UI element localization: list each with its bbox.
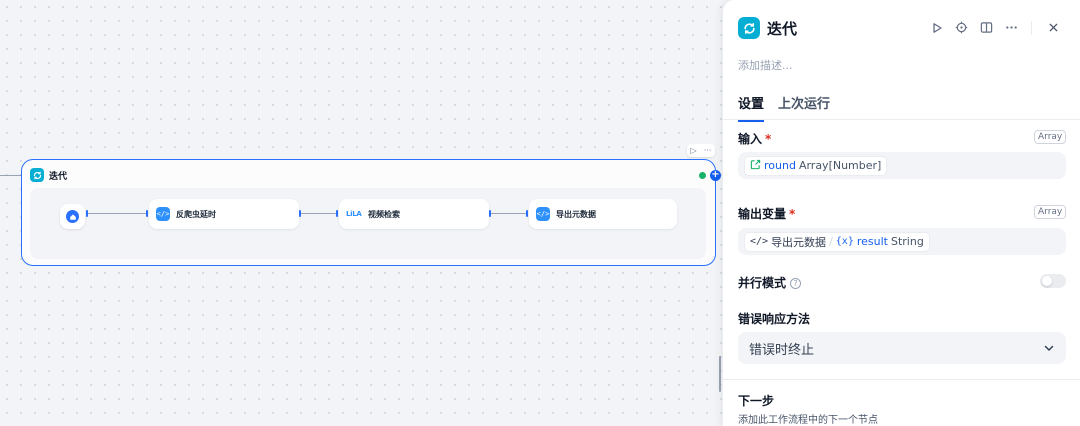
error-handling-label: 错误响应方法 [738, 312, 811, 326]
brand-logo-icon: LiLA [346, 210, 362, 218]
output-section-label: 输出变量 * [738, 205, 795, 222]
workflow-canvas[interactable]: ▷ ··· 迭代 + </> 反爬虫延时 LiLA 视频检索 </> 导出元数据 [0, 0, 722, 426]
next-step-title: 下一步 [738, 394, 775, 408]
panel-actions [929, 20, 1061, 35]
node1-input-handle[interactable] [146, 210, 148, 217]
node-settings-panel: 迭代 添加描述... 设置 上次运行 输入 * Array round Arra… [722, 0, 1080, 426]
tool-node-video-search[interactable]: LiLA 视频检索 [339, 199, 489, 229]
chevron-down-icon [1044, 345, 1054, 351]
code-icon: </> [536, 207, 550, 221]
iteration-start-node[interactable] [60, 204, 85, 229]
parallel-mode-label: 并行模式? [738, 274, 802, 291]
run-step-icon[interactable] [929, 20, 944, 35]
error-handling-value: 错误时终止 [749, 342, 815, 358]
tabs-divider [723, 119, 1080, 120]
node-label: 视频检索 [368, 209, 400, 219]
iteration-node[interactable]: 迭代 + </> 反爬虫延时 LiLA 视频检索 </> 导出元数据 [21, 159, 721, 266]
edge-start-to-node1 [88, 213, 146, 214]
locate-node-icon[interactable] [954, 20, 969, 35]
input-type-badge: Array [1034, 130, 1067, 144]
iteration-node-header: 迭代 [30, 168, 67, 182]
variable-icon: {x} [835, 236, 854, 247]
required-mark: * [765, 132, 772, 146]
output-variable-chip[interactable]: </> 导出元数据 / {x} result String [744, 231, 930, 252]
input-variable-chip[interactable]: round Array[Number] [744, 155, 888, 176]
parallel-mode-text: 并行模式 [738, 276, 787, 290]
add-node-button[interactable]: + [710, 170, 721, 181]
panel-resize-handle[interactable] [719, 356, 721, 392]
description-input[interactable]: 添加描述... [738, 57, 793, 73]
iteration-node-title: 迭代 [49, 171, 68, 182]
section-divider [723, 379, 1080, 380]
output-label: 输出变量 [738, 207, 787, 221]
more-options-icon[interactable] [1004, 20, 1019, 35]
node-label: 导出元数据 [556, 209, 596, 219]
code-node-anti-crawler-delay[interactable]: </> 反爬虫延时 [149, 199, 299, 229]
close-icon[interactable] [1046, 20, 1061, 35]
panel-title[interactable]: 迭代 [767, 18, 797, 39]
tab-settings[interactable]: 设置 [738, 93, 765, 122]
home-icon [66, 210, 79, 223]
node-more-icon[interactable]: ··· [704, 146, 712, 155]
run-node-icon[interactable]: ▷ [691, 146, 697, 155]
help-icon[interactable]: ? [790, 278, 802, 289]
error-handling-select[interactable]: 错误时终止 [738, 332, 1066, 364]
incoming-edge [0, 175, 22, 176]
input-label: 输入 [738, 132, 763, 146]
edge-node1-to-node2 [301, 213, 336, 214]
output-variable-field[interactable]: </> 导出元数据 / {x} result String [738, 228, 1066, 255]
output-variable-type: String [890, 235, 924, 248]
tab-last-run[interactable]: 上次运行 [778, 93, 830, 122]
next-step-description: 添加此工作流程中的下一个节点 [738, 415, 878, 426]
code-node-export-metadata[interactable]: </> 导出元数据 [529, 199, 677, 229]
panel-tabs: 设置 上次运行 [738, 93, 830, 122]
loop-variable-icon [750, 159, 761, 173]
edge-node2-to-node3 [491, 213, 526, 214]
code-icon: </> [750, 236, 769, 247]
iteration-icon [738, 17, 760, 39]
node-mini-toolbar: ▷ ··· [687, 144, 715, 157]
node3-input-handle[interactable] [526, 210, 528, 217]
output-variable-name: result [856, 235, 888, 248]
output-source-node: 导出元数据 [771, 235, 827, 249]
toggle-knob [1042, 276, 1052, 286]
node-label: 反爬虫延时 [176, 209, 216, 219]
help-docs-icon[interactable] [979, 20, 994, 35]
parallel-mode-toggle[interactable] [1040, 274, 1066, 288]
node2-input-handle[interactable] [336, 210, 338, 217]
actions-divider [1031, 20, 1032, 35]
path-separator: / [829, 235, 833, 248]
input-variable-type: Array[Number] [798, 159, 882, 172]
required-mark: * [789, 207, 796, 221]
input-variable-field[interactable]: round Array[Number] [738, 152, 1066, 179]
success-status-icon [699, 172, 706, 179]
input-section-label: 输入 * [738, 130, 771, 147]
input-variable-name: round [764, 159, 796, 172]
output-type-badge: Array [1034, 205, 1067, 219]
iteration-icon [30, 168, 44, 182]
code-icon: </> [156, 207, 170, 221]
